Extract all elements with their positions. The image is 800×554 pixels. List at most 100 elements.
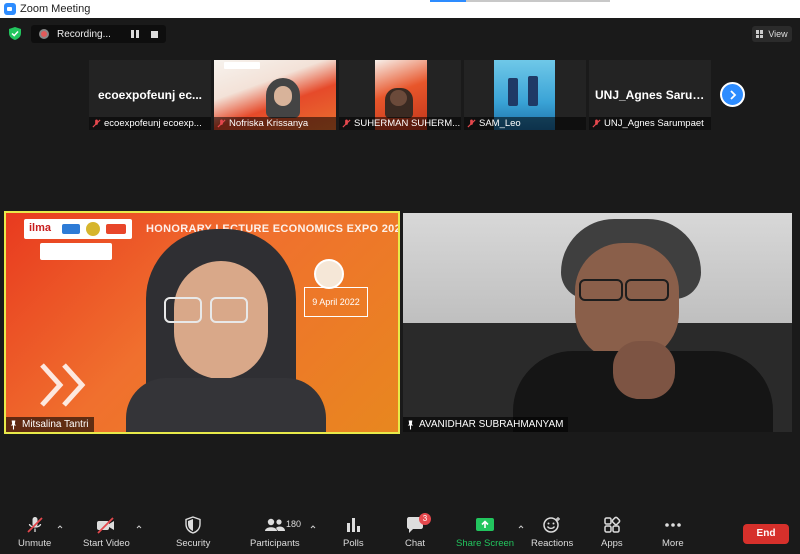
pin-icon: [10, 420, 17, 429]
meeting-toolbar: Unmute Start Video Security 180 Particip…: [0, 513, 800, 554]
poster-figure-right: [528, 76, 538, 106]
polls-button[interactable]: Polls: [343, 516, 364, 549]
window-title: Zoom Meeting: [20, 3, 91, 15]
title-bar: Zoom Meeting: [0, 0, 800, 18]
apps-button[interactable]: Apps: [601, 516, 623, 549]
video-camera-off-icon: [97, 517, 115, 534]
share-screen-button[interactable]: Share Screen: [456, 516, 524, 549]
participants-label: Participants: [250, 538, 300, 549]
microphone-muted-icon: [26, 517, 43, 533]
participant-name: AVANIDHAR SUBRAHMANYAM: [419, 419, 564, 430]
participant-video[interactable]: AVANIDHAR SUBRAHMANYAM: [403, 213, 792, 432]
security-label: Security: [176, 538, 211, 549]
meeting-stage: Recording... View ecoexpofeunj ec... eco…: [0, 18, 800, 514]
participant-name: SAM_Leo: [479, 118, 521, 129]
more-button[interactable]: More: [662, 516, 684, 549]
mic-muted-icon: [92, 119, 101, 128]
grid-view-icon: [756, 30, 764, 38]
participant-name: Nofriska Krissanya: [229, 118, 309, 129]
speaker-glasses-left: [164, 297, 202, 323]
recording-label: Recording...: [57, 28, 111, 40]
unmute-label: Unmute: [18, 538, 52, 549]
speaker-glasses-right: [210, 297, 248, 323]
view-label: View: [768, 29, 788, 39]
next-page-button[interactable]: [720, 82, 745, 107]
more-label: More: [662, 538, 684, 549]
mic-muted-icon: [342, 119, 351, 128]
participant-name: ecoexpofeunj ecoexp...: [104, 118, 202, 129]
speaker-shoulders: [126, 378, 326, 432]
participant-caption: ecoexpofeunj ecoexp...: [89, 117, 211, 130]
speaker-hand: [613, 341, 675, 399]
share-screen-label: Share Screen: [456, 538, 515, 549]
participant-name: UNJ_Agnes Sarumpaet: [604, 118, 704, 129]
security-button[interactable]: Security: [176, 516, 210, 549]
sponsor-logos-top: ilma: [24, 219, 132, 239]
pin-icon: [407, 420, 414, 429]
participant-caption: SAM_Leo: [464, 117, 586, 130]
start-video-label: Start Video: [83, 538, 130, 549]
event-banner-title: HONORARY LECTURE ECONOMICS EXPO 2022: [146, 223, 400, 235]
reactions-label: Reactions: [531, 538, 574, 549]
reactions-button[interactable]: Reactions: [531, 516, 573, 549]
apps-icon: [604, 516, 621, 533]
sponsor-logos-bottom: [40, 243, 112, 260]
participant-caption: Nofriska Krissanya: [214, 117, 336, 130]
pause-recording-icon[interactable]: [131, 30, 139, 38]
recording-indicator: Recording...: [31, 25, 166, 43]
stop-recording-icon[interactable]: [151, 30, 158, 38]
participant-tile[interactable]: SUHERMAN SUHERM...: [339, 60, 461, 130]
participant-tile[interactable]: Nofriska Krissanya: [214, 60, 336, 130]
end-meeting-button[interactable]: End: [743, 524, 789, 544]
participant-caption: UNJ_Agnes Sarumpaet: [589, 117, 711, 130]
loading-progress-fill: [430, 0, 466, 2]
participant-face: [274, 86, 292, 106]
participant-name-label: Mitsalina Tantri: [6, 417, 94, 432]
speaker-glasses-right: [625, 279, 669, 301]
mic-muted-icon: [217, 119, 226, 128]
polls-label: Polls: [343, 538, 364, 549]
unmute-button[interactable]: Unmute: [18, 516, 63, 549]
participant-tile[interactable]: UNJ_Agnes Sarum... UNJ_Agnes Sarumpaet: [589, 60, 711, 130]
event-date: 9 April 2022: [304, 287, 368, 317]
participant-tile[interactable]: SAM_Leo: [464, 60, 586, 130]
logo-seal: [86, 222, 100, 236]
banner-logos: [224, 62, 260, 69]
chat-label: Chat: [405, 538, 426, 549]
mic-muted-icon: [467, 119, 476, 128]
shield-icon: [185, 516, 201, 534]
apps-label: Apps: [601, 538, 623, 549]
participant-display-name: UNJ_Agnes Sarum...: [595, 88, 711, 102]
logo-badge: [106, 224, 126, 234]
polls-icon: [347, 518, 361, 532]
participant-name-label: AVANIDHAR SUBRAHMANYAM: [403, 417, 569, 432]
participant-name: SUHERMAN SUHERM...: [354, 118, 461, 129]
chevron-up-icon[interactable]: [310, 524, 316, 530]
zoom-logo-icon: [4, 3, 16, 15]
participant-name: Mitsalina Tantri: [22, 419, 89, 430]
chevrons-decoration: [38, 363, 98, 407]
start-video-button[interactable]: Start Video: [83, 516, 142, 549]
chat-button[interactable]: 3 Chat: [405, 513, 431, 549]
participants-count: 180: [286, 519, 302, 529]
chevron-right-icon: [729, 89, 736, 100]
clock-decoration: [314, 259, 344, 289]
chat-unread-badge: 3: [419, 513, 431, 525]
active-speaker-video[interactable]: ilma HONORARY LECTURE ECONOMICS EXPO 202…: [4, 211, 400, 434]
mic-muted-icon: [592, 119, 601, 128]
loading-progress-bar: [430, 0, 610, 2]
more-dots-icon: [665, 523, 681, 527]
view-button[interactable]: View: [752, 26, 792, 42]
logo-text: ilma: [29, 222, 52, 234]
emoji-reaction-icon: [543, 517, 561, 533]
participant-caption: SUHERMAN SUHERM...: [339, 117, 461, 130]
participant-face: [390, 90, 407, 106]
participants-button[interactable]: 180 Participants: [250, 516, 315, 549]
chevron-up-icon[interactable]: [57, 524, 63, 530]
participant-tile[interactable]: ecoexpofeunj ec... ecoexpofeunj ecoexp..…: [89, 60, 211, 130]
participant-display-name: ecoexpofeunj ec...: [97, 88, 203, 102]
chevron-up-icon[interactable]: [518, 524, 524, 530]
recording-dot-icon: [39, 29, 49, 39]
encryption-shield-icon[interactable]: [9, 27, 21, 40]
chevron-up-icon[interactable]: [136, 524, 142, 530]
